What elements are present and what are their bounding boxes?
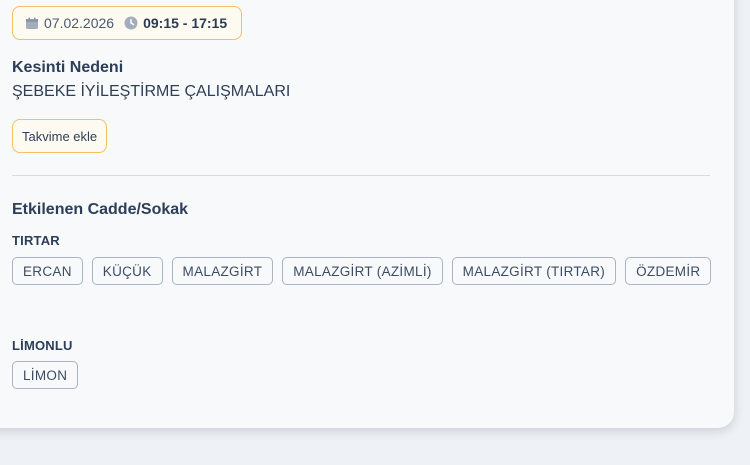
outage-time-range: 09:15 - 17:15 [143, 15, 228, 31]
street-list: LİMON [12, 361, 712, 389]
reason-value: ŞEBEKE İYİLEŞTİRME ÇALIŞMALARI [12, 83, 291, 100]
street-chip[interactable]: KÜÇÜK [91, 257, 163, 285]
district-name: LİMONLU [12, 338, 73, 353]
street-chip[interactable]: LİMON [12, 361, 79, 389]
street-chip[interactable]: MALAZGİRT [171, 257, 274, 285]
street-chip[interactable]: MALAZGİRT (TIRTAR) [451, 257, 617, 285]
section-divider [12, 175, 710, 176]
calendar-icon [25, 17, 39, 30]
street-chip[interactable]: ERCAN [12, 257, 83, 285]
district-name: TIRTAR [12, 233, 60, 248]
outage-date: 07.02.2026 [44, 15, 115, 31]
outage-datetime: 07.02.2026 09:15 - 17:15 [12, 6, 243, 40]
street-list: ERCAN KÜÇÜK MALAZGİRT MALAZGİRT (AZİMLİ)… [12, 257, 712, 285]
street-chip[interactable]: ÖZDEMİR [625, 257, 712, 285]
affected-streets-title: Etkilenen Cadde/Sokak [12, 201, 189, 218]
reason-label: Kesinti Nedeni [12, 59, 124, 76]
street-chip[interactable]: MALAZGİRT (AZİMLİ) [282, 257, 443, 285]
clock-icon [124, 16, 138, 30]
add-to-calendar-button[interactable]: Takvime ekle [12, 119, 108, 153]
